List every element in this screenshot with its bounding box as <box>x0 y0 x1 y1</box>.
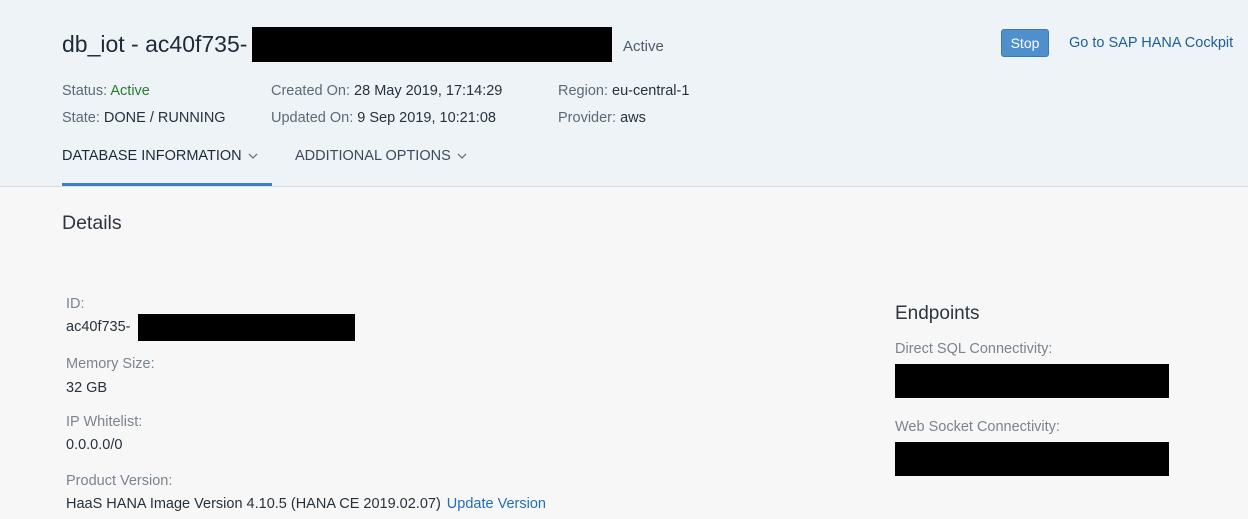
page: db_iot - ac40f735- Active Stop Go to SAP… <box>0 0 1248 519</box>
state-value: DONE / RUNNING <box>103 110 226 126</box>
status-value: Active <box>110 83 150 99</box>
page-title: db_iot - ac40f735- <box>62 30 248 57</box>
go-to-cockpit-link[interactable]: Go to SAP HANA Cockpit <box>1069 35 1233 51</box>
chevron-down-icon <box>457 151 467 163</box>
status-label: Status: <box>62 83 108 99</box>
redacted-block <box>252 27 612 62</box>
memory-value: 32 GB <box>66 380 108 396</box>
created-value: 28 May 2019, 17:14:29 <box>354 83 503 99</box>
redacted-block <box>895 442 1169 476</box>
updated-label: Updated On: <box>271 110 354 126</box>
id-label: ID: <box>66 296 85 312</box>
region-field: Region: eu-central-1 <box>558 83 689 99</box>
title-row: db_iot - ac40f735- <box>62 26 247 62</box>
tab-additional-options[interactable]: ADDITIONAL OPTIONS <box>295 148 480 185</box>
updated-field: Updated On: 9 Sep 2019, 10:21:08 <box>271 110 496 126</box>
id-value: ac40f735- <box>66 319 131 335</box>
endpoints-title: Endpoints <box>895 303 980 324</box>
web-socket-label: Web Socket Connectivity: <box>895 419 1060 435</box>
product-version-label: Product Version: <box>66 473 173 489</box>
memory-label: Memory Size: <box>66 356 155 372</box>
provider-label: Provider: <box>558 110 617 126</box>
database-header: db_iot - ac40f735- Active Stop Go to SAP… <box>0 0 1248 187</box>
update-version-link[interactable]: Update Version <box>447 496 546 512</box>
created-field: Created On: 28 May 2019, 17:14:29 <box>271 83 502 99</box>
region-label: Region: <box>558 83 608 99</box>
details-title: Details <box>62 212 122 234</box>
state-field: State: DONE / RUNNING <box>62 110 226 126</box>
product-version-value: HaaS HANA Image Version 4.10.5 (HANA CE … <box>66 496 546 512</box>
ip-whitelist-label: IP Whitelist: <box>66 414 143 430</box>
ip-whitelist-value: 0.0.0.0/0 <box>66 437 123 453</box>
redacted-block <box>138 314 355 341</box>
provider-field: Provider: aws <box>558 110 646 126</box>
product-version-text: HaaS HANA Image Version 4.10.5 (HANA CE … <box>66 496 441 512</box>
tab-database-information[interactable]: DATABASE INFORMATION <box>62 148 272 186</box>
created-label: Created On: <box>271 83 350 99</box>
redacted-block <box>895 364 1169 398</box>
direct-sql-label: Direct SQL Connectivity: <box>895 341 1053 357</box>
region-value: eu-central-1 <box>612 83 690 99</box>
provider-value: aws <box>620 110 646 126</box>
updated-value: 9 Sep 2019, 10:21:08 <box>357 110 496 126</box>
status-field: Status: Active <box>62 83 150 99</box>
stop-button[interactable]: Stop <box>1001 29 1049 57</box>
state-label: State: <box>62 110 100 126</box>
status-badge: Active <box>623 38 664 55</box>
chevron-down-icon <box>248 151 258 163</box>
tab-label: ADDITIONAL OPTIONS <box>295 148 451 164</box>
tab-label: DATABASE INFORMATION <box>62 148 242 164</box>
